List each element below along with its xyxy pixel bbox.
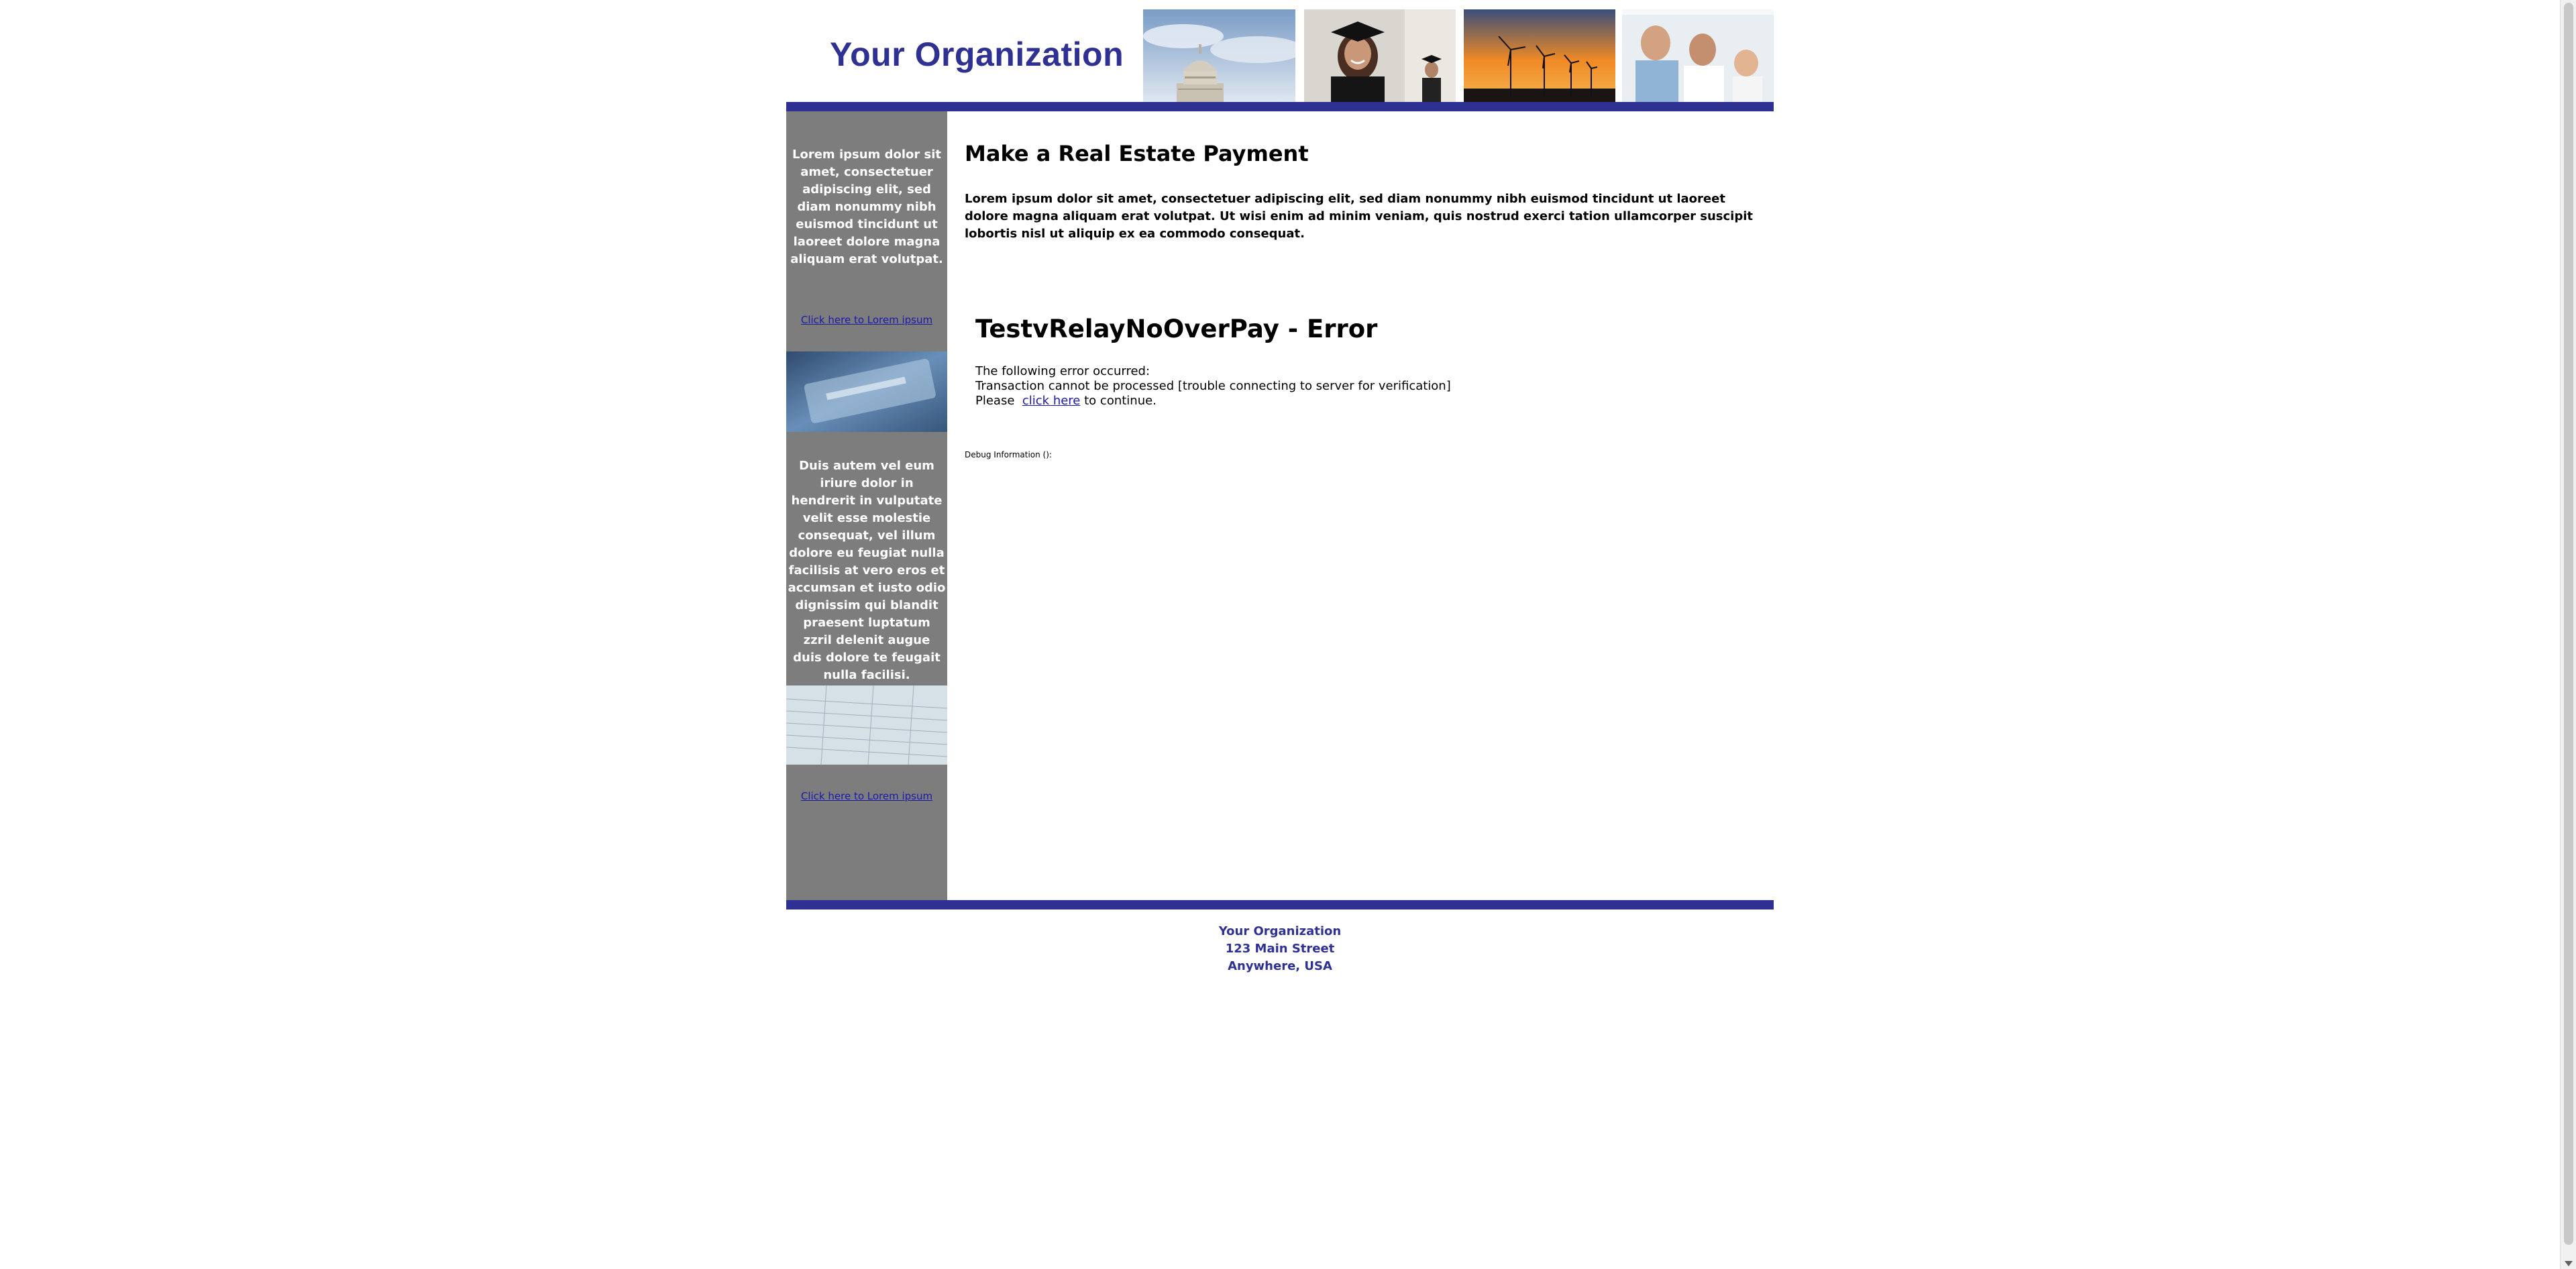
- sidebar-text-2: Duis autem vel eum iriure dolor in hendr…: [788, 459, 946, 682]
- org-logo-title: Your Organization: [830, 36, 1124, 73]
- header-divider: [786, 102, 1774, 111]
- content-area: Lorem ipsum dolor sit amet, consectetuer…: [786, 111, 1774, 900]
- wind-turbines-photo: [1464, 9, 1615, 102]
- sidebar: Lorem ipsum dolor sit amet, consectetuer…: [786, 111, 947, 900]
- page-container: Your Organization Lorem ipsum dolor sit …: [786, 0, 1774, 975]
- error-message: The following error occurred: Transactio…: [975, 364, 1451, 408]
- scroll-down-arrow-icon[interactable]: [2565, 1261, 2573, 1266]
- capitol-photo: [1143, 9, 1295, 102]
- continue-text: to continue.: [1084, 394, 1157, 408]
- main-content: Make a Real Estate Payment Lorem ipsum d…: [947, 111, 1774, 900]
- ledger-image: [786, 685, 947, 765]
- scrollbar-thumb[interactable]: [2564, 3, 2573, 1245]
- footer-city: Anywhere, USA: [1228, 959, 1332, 973]
- page-title: Make a Real Estate Payment: [965, 141, 1309, 166]
- footer-divider: [786, 900, 1774, 909]
- graduate-photo: [1304, 9, 1456, 102]
- error-continue-line: Please click here to continue.: [975, 394, 1451, 408]
- intro-paragraph: Lorem ipsum dolor sit amet, consectetuer…: [965, 192, 1753, 241]
- footer-street: 123 Main Street: [1225, 942, 1335, 956]
- sidebar-link-1[interactable]: Click here to Lorem ipsum: [786, 314, 947, 326]
- site-header: Your Organization: [786, 0, 1774, 102]
- please-text: Please: [975, 394, 1015, 408]
- continue-link[interactable]: click here: [1022, 394, 1081, 408]
- family-doctor-photo: [1622, 9, 1774, 102]
- footer-org-name: Your Organization: [1218, 924, 1342, 938]
- sidebar-link-2[interactable]: Click here to Lorem ipsum: [786, 790, 947, 802]
- credit-card-image: [786, 351, 947, 432]
- footer: Your Organization 123 Main Street Anywhe…: [786, 909, 1774, 975]
- error-title: TestvRelayNoOverPay - Error: [975, 315, 1378, 343]
- error-line-1: The following error occurred:: [975, 364, 1150, 378]
- debug-info: Debug Information ():: [965, 450, 1052, 459]
- vertical-scrollbar[interactable]: [2560, 0, 2576, 1269]
- sidebar-text-1: Lorem ipsum dolor sit amet, consectetuer…: [790, 148, 943, 266]
- error-line-2: Transaction cannot be processed [trouble…: [975, 379, 1451, 393]
